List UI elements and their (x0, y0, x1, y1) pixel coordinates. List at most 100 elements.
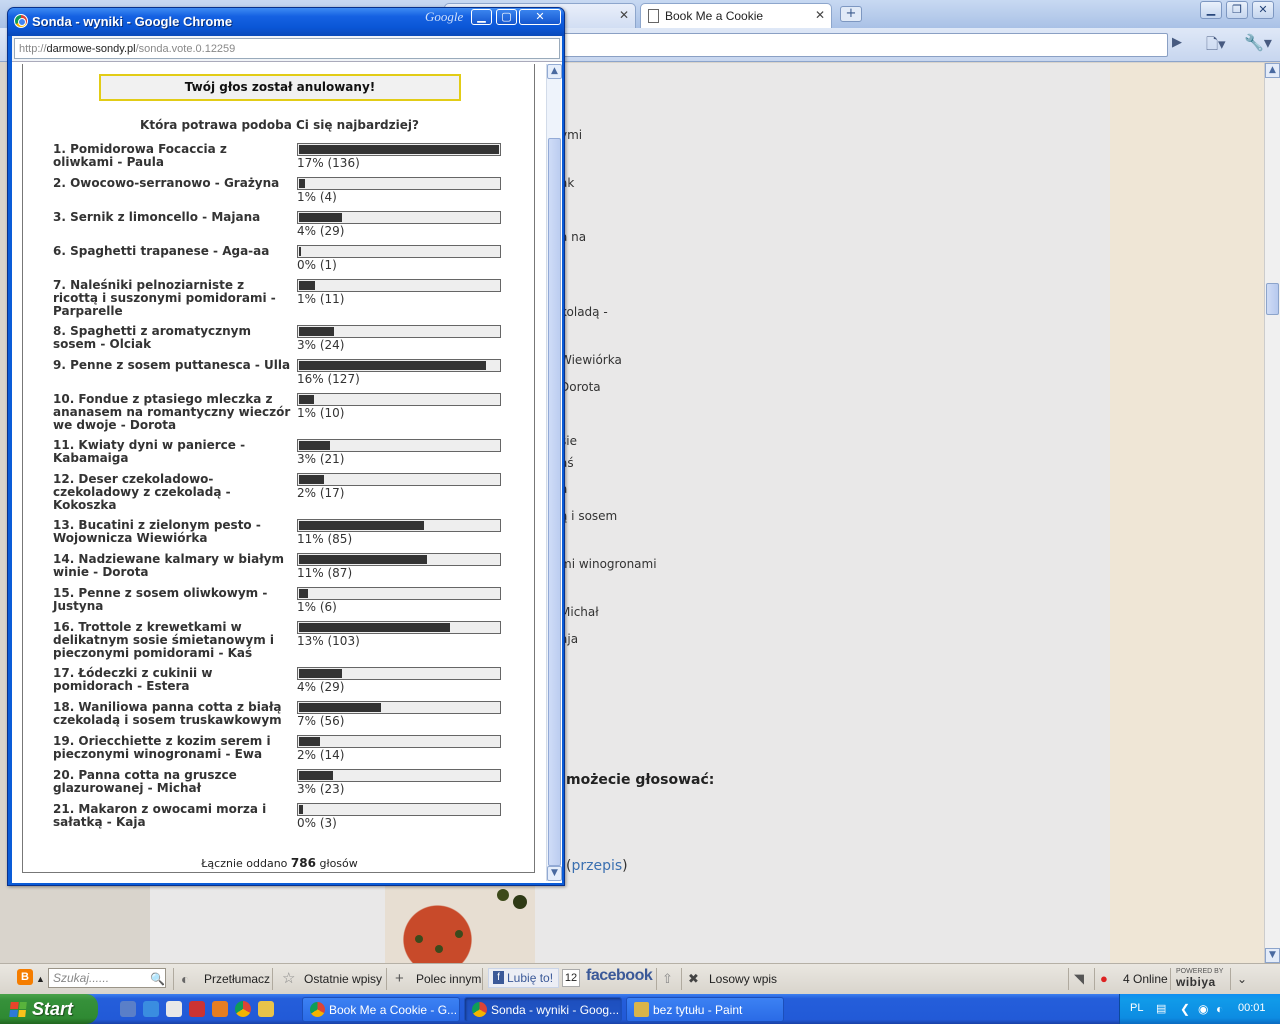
tray-expand-icon[interactable]: ❮ (1180, 1002, 1190, 1016)
rss-icon[interactable]: ◥ (1074, 969, 1084, 989)
poll-bar-fill (299, 805, 303, 814)
poll-option-label: 21. Makaron z owocami morza i sałatką - … (53, 802, 267, 829)
keyboard-icon[interactable]: ▤ (1156, 1002, 1166, 1015)
poll-result-value: 0% (1) (297, 258, 337, 272)
random-post-button[interactable]: Losowy wpis (709, 969, 777, 989)
like-count: 12 (562, 969, 580, 987)
poll-bar-fill (299, 395, 314, 404)
poll-bar-fill (299, 771, 333, 780)
poll-bar-fill (299, 703, 381, 712)
task-book-me-a-cookie[interactable]: Book Me a Cookie - G... (302, 997, 460, 1022)
star-icon: ☆ (282, 970, 296, 987)
media-player-icon[interactable] (166, 1001, 182, 1017)
poll-results-window: Sonda - wyniki - Google Chrome Google ▁ … (7, 7, 565, 886)
scroll-thumb[interactable] (1266, 283, 1279, 315)
windows-taskbar: Start Book Me a Cookie - G... Sonda - wy… (0, 994, 1280, 1024)
search-icon[interactable]: 🔍 (150, 969, 165, 989)
translate-button[interactable]: Przetłumacz (204, 969, 270, 989)
recent-posts-button[interactable]: Ostatnie wpisy (304, 969, 382, 989)
popup-url-field[interactable]: http://darmowe-sondy.pl/sonda.vote.0.122… (14, 38, 560, 59)
poll-bar-track (297, 177, 501, 190)
clock[interactable]: 00:01 (1238, 1002, 1266, 1014)
recipe-link[interactable]: przepis (571, 858, 622, 874)
poll-bar-fill (299, 441, 330, 450)
background-text-fragment: mi winogronami (560, 557, 657, 571)
vote-heading: możecie głosować: (566, 772, 715, 788)
poll-option-label: 14. Nadziewane kalmary w białym winie - … (53, 552, 284, 579)
restore-button[interactable]: ❐ (1226, 1, 1248, 19)
food-photo[interactable] (385, 885, 535, 963)
close-tab-icon[interactable]: ✕ (619, 8, 629, 22)
firefox-icon[interactable] (212, 1001, 228, 1017)
online-count[interactable]: 4 Online (1123, 969, 1168, 989)
chevron-down-icon[interactable]: ⌄ (1237, 969, 1247, 989)
poll-bar-track (297, 245, 501, 258)
close-tab-icon[interactable]: ✕ (815, 8, 825, 22)
poll-option-label: 10. Fondue z ptasiego mleczka z ananasem… (53, 392, 291, 432)
paint-icon (634, 1002, 649, 1017)
popup-title-bar[interactable]: Sonda - wyniki - Google Chrome Google ▁ … (8, 8, 564, 36)
poll-bar-track (297, 325, 501, 338)
close-window-button[interactable]: ✕ (1252, 1, 1274, 19)
facebook-logo[interactable]: facebook (586, 967, 653, 985)
new-tab-button[interactable]: + (840, 6, 862, 22)
popup-minimize-button[interactable]: ▁ (471, 9, 492, 25)
volume-icon[interactable]: ◐ (1216, 1002, 1223, 1016)
go-icon[interactable]: ▶ (1172, 35, 1182, 50)
scroll-down-icon[interactable]: ▼ (547, 866, 562, 881)
chrome-icon[interactable] (235, 1001, 251, 1017)
vote-cancelled-notice: Twój głos został anulowany! (99, 74, 461, 101)
language-indicator[interactable]: PL (1130, 1002, 1143, 1014)
poll-bar-fill (299, 475, 324, 484)
blog-sidebar-background (1110, 63, 1264, 963)
popup-title: Sonda - wyniki - Google Chrome (32, 14, 233, 29)
scroll-down-icon[interactable]: ▼ (1265, 948, 1280, 963)
up-arrow-icon[interactable]: ⇧ (662, 969, 673, 989)
tab-book-me-a-cookie[interactable]: Book Me a Cookie ✕ (640, 3, 832, 28)
poll-bar-track (297, 553, 501, 566)
task-paint[interactable]: bez tytułu - Paint (626, 997, 784, 1022)
start-button[interactable]: Start (0, 994, 98, 1024)
popup-close-button[interactable]: ✕ (519, 9, 561, 25)
poll-result-value: 3% (24) (297, 338, 345, 352)
poll-bar-track (297, 359, 501, 372)
scroll-up-icon[interactable]: ▲ (547, 64, 562, 79)
task-sonda-wyniki[interactable]: Sonda - wyniki - Goog... (464, 997, 622, 1022)
popup-scrollbar[interactable]: ▲ ▼ (546, 64, 562, 881)
page-scrollbar[interactable]: ▲ ▼ (1264, 63, 1280, 963)
poll-option-label: 3. Sernik z limoncello - Majana (53, 210, 261, 224)
blogger-icon[interactable]: B (17, 969, 33, 985)
minimize-button[interactable]: ▁ (1200, 1, 1222, 19)
scroll-thumb[interactable] (548, 138, 561, 866)
poll-option-label: 16. Trottole z krewetkami w delikatnym s… (53, 620, 274, 660)
wrench-menu-icon[interactable]: 🔧▾ (1244, 33, 1272, 52)
total-votes: Łącznie oddano 786 głosów (201, 856, 358, 870)
plus-icon: + (395, 970, 404, 987)
recipe-link-line: (przepis) (566, 858, 628, 874)
page-icon (648, 9, 659, 23)
network-icon[interactable]: ◉ (1198, 1002, 1208, 1016)
recommend-button[interactable]: Polec innym (416, 969, 481, 989)
wibiya-logo[interactable]: POWERED BY wibiya (1176, 967, 1223, 988)
poll-option-label: 18. Waniliowa panna cotta z białą czekol… (53, 700, 282, 727)
scroll-up-icon[interactable]: ▲ (1265, 63, 1280, 78)
poll-bar-fill (299, 179, 305, 188)
page-menu-icon[interactable]: 🗋▾ (1206, 34, 1226, 59)
opera-icon[interactable] (189, 1001, 205, 1017)
facebook-like-button[interactable]: Lubię to! (488, 968, 560, 988)
poll-result-value: 1% (4) (297, 190, 337, 204)
background-text-fragment: Wiewiórka (560, 353, 622, 367)
folder-icon[interactable] (258, 1001, 274, 1017)
collapse-arrow-icon[interactable]: ▲ (36, 969, 45, 989)
desktop-icon[interactable] (120, 1001, 136, 1017)
google-brand: Google (425, 9, 464, 24)
poll-result-value: 13% (103) (297, 634, 360, 648)
address-bar[interactable] (560, 33, 1168, 57)
poll-bar-fill (299, 247, 301, 256)
popup-url-bar: http://darmowe-sondy.pl/sonda.vote.0.122… (12, 36, 562, 62)
ie-icon[interactable] (143, 1001, 159, 1017)
poll-bar-track (297, 803, 501, 816)
search-input[interactable]: Szukaj...... (48, 968, 166, 988)
poll-question: Która potrawa podoba Ci się najbardziej? (140, 118, 419, 132)
popup-maximize-button[interactable]: ▢ (496, 9, 517, 25)
